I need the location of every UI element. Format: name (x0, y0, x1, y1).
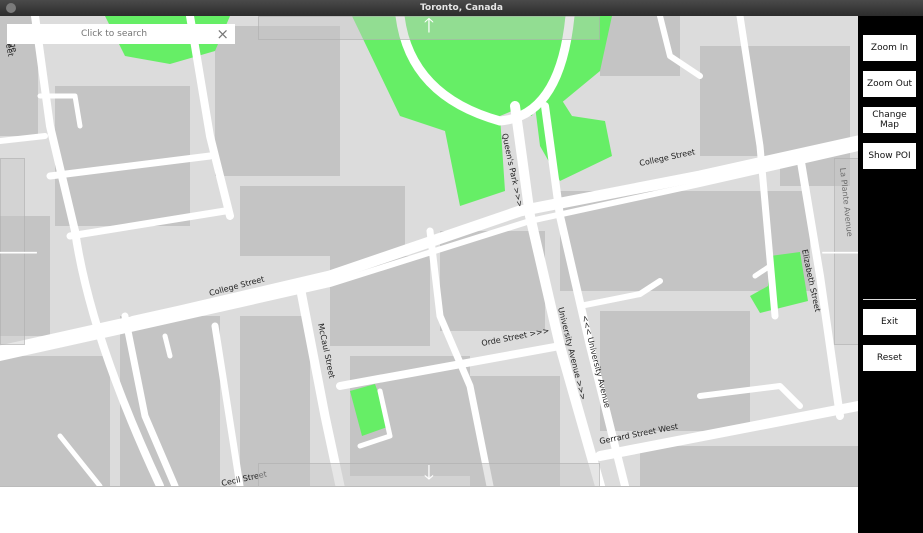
exit-button[interactable]: Exit (863, 309, 916, 335)
pan-right-button[interactable]: 🡒 (820, 158, 858, 345)
map-canvas[interactable]: College Street College Street Queen's Pa… (0, 16, 858, 486)
pan-up-button[interactable]: 🡑 (258, 16, 600, 40)
zoom-out-button[interactable]: Zoom Out (863, 71, 916, 97)
label-college-street-east: College Street (639, 147, 696, 168)
arrow-up-icon: 🡑 (423, 16, 435, 37)
arrow-left-icon: 🡐 (0, 239, 40, 264)
control-panel: Zoom In Zoom Out Change Map Show POI Exi… (858, 16, 923, 532)
change-map-button[interactable]: Change Map (863, 107, 916, 133)
status-bar (0, 486, 858, 533)
show-poi-button[interactable]: Show POI (863, 143, 916, 169)
close-icon[interactable]: × (216, 27, 229, 42)
arrow-right-icon: 🡒 (819, 239, 858, 264)
reset-button[interactable]: Reset (863, 345, 916, 371)
search-box[interactable]: × (7, 24, 235, 44)
arrow-down-icon: 🡓 (423, 460, 435, 484)
close-window-icon[interactable] (6, 3, 16, 13)
window-titlebar: Toronto, Canada (0, 0, 923, 16)
search-input[interactable] (7, 24, 207, 44)
pan-left-button[interactable]: 🡐 (0, 158, 39, 345)
window-title: Toronto, Canada (420, 3, 503, 13)
zoom-in-button[interactable]: Zoom In (863, 35, 916, 61)
pan-down-button[interactable]: 🡓 (258, 460, 600, 486)
panel-divider (863, 299, 916, 300)
map-view[interactable]: College Street College Street Queen's Pa… (0, 16, 858, 486)
